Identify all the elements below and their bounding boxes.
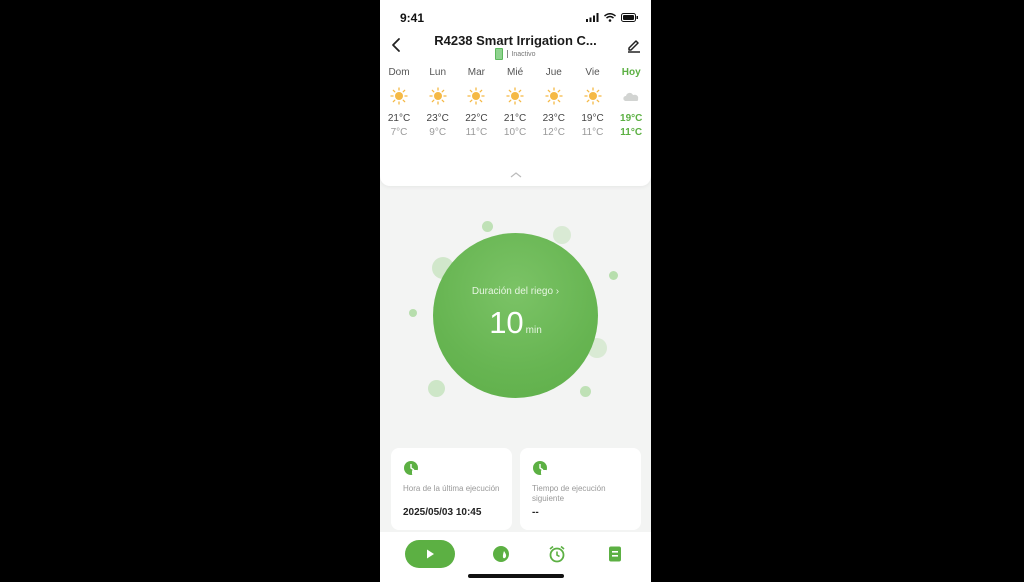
wifi-icon xyxy=(604,13,616,22)
forecast-day: Jue 23°C 12°C xyxy=(535,66,573,140)
alarm-clock-icon[interactable] xyxy=(548,545,566,563)
nav-bar: R4238 Smart Irrigation C... Inactivo xyxy=(380,30,651,60)
signal-icon xyxy=(586,13,599,22)
device-status: Inactivo xyxy=(380,48,651,60)
weather-forecast: Dom 21°C 7°C Lun 23°C 9°C Mar 22°C 11°C Mié 21°C 10… xyxy=(380,66,651,156)
forecast-temp-low: 10°C xyxy=(503,127,527,138)
chevron-up-icon[interactable] xyxy=(509,171,523,179)
forecast-temp-low: 11°C xyxy=(620,127,643,138)
next-run-label: Tiempo de ejecución siguiente xyxy=(532,484,606,503)
forecast-temp-high: 23°C xyxy=(542,113,565,124)
status-bar: 9:41 xyxy=(380,0,651,34)
irrigation-duration-label: Duración del riego › xyxy=(471,286,560,297)
forecast-temp-high: 19°C xyxy=(581,113,604,124)
last-run-value: 2025/05/03 10:45 xyxy=(403,507,482,518)
last-run-card: Hora de la última ejecución 2025/05/03 1… xyxy=(391,448,512,530)
forecast-day: Dom 21°C 7°C xyxy=(380,66,418,140)
next-run-value: -- xyxy=(532,507,539,518)
sun-icon xyxy=(380,80,418,112)
forecast-day-name: Dom xyxy=(388,67,410,78)
clock-schedule-icon xyxy=(533,461,547,475)
forecast-temp-low: 7°C xyxy=(390,127,408,138)
forecast-temp-low: 12°C xyxy=(542,127,565,138)
sun-icon xyxy=(457,80,495,112)
forecast-day-name: Mar xyxy=(467,67,485,78)
edit-pencil-icon[interactable] xyxy=(625,36,643,54)
sun-icon xyxy=(574,80,612,112)
forecast-day-name: Mié xyxy=(507,67,524,78)
forecast-day: Vie 19°C 11°C xyxy=(574,66,612,140)
battery-icon xyxy=(495,48,504,60)
status-time: 9:41 xyxy=(400,11,425,25)
duration-unit: min xyxy=(525,325,542,336)
phone-screen: 9:41 R4238 Smart Irrigation C... Inactiv… xyxy=(380,0,651,582)
weather-header-card: 9:41 R4238 Smart Irrigation C... Inactiv… xyxy=(380,0,651,186)
forecast-day-name: Lun xyxy=(429,67,447,78)
clock-run-icon xyxy=(404,461,418,475)
battery-status-icon xyxy=(621,13,638,22)
play-icon xyxy=(427,549,434,559)
home-indicator[interactable] xyxy=(468,574,564,578)
forecast-day-name: Hoy xyxy=(621,67,641,78)
forecast-temp-high: 23°C xyxy=(426,113,449,124)
forecast-temp-low: 11°C xyxy=(465,127,488,138)
start-irrigation-button[interactable] xyxy=(405,540,455,568)
forecast-day-name: Vie xyxy=(585,67,600,78)
forecast-temp-high: 22°C xyxy=(465,113,488,124)
forecast-day-name: Jue xyxy=(545,67,562,78)
status-text: Inactivo xyxy=(511,50,536,58)
forecast-day: Hoy 19°C 11°C xyxy=(612,66,650,140)
forecast-temp-low: 11°C xyxy=(581,127,604,138)
page-title: R4238 Smart Irrigation C... xyxy=(434,33,597,48)
forecast-temp-high: 21°C xyxy=(503,113,527,124)
irrigation-duration-circle[interactable]: Duración del riego › 10 min xyxy=(433,233,598,398)
irrigation-duration-value: 10 min xyxy=(489,305,542,340)
water-drop-icon[interactable] xyxy=(492,545,510,563)
forecast-temp-high: 19°C xyxy=(620,113,643,124)
forecast-temp-high: 21°C xyxy=(387,113,411,124)
sun-icon xyxy=(419,80,457,112)
document-icon[interactable] xyxy=(606,545,624,563)
sun-icon xyxy=(535,80,573,112)
forecast-day: Mié 21°C 10°C xyxy=(496,66,534,140)
forecast-day: Mar 22°C 11°C xyxy=(457,66,495,140)
forecast-day: Lun 23°C 9°C xyxy=(419,66,457,140)
cloud-icon xyxy=(612,80,650,112)
status-divider xyxy=(507,50,509,58)
status-icons xyxy=(586,13,639,22)
chevron-right-icon: › xyxy=(555,286,560,297)
last-run-label: Hora de la última ejecución xyxy=(403,484,500,493)
sun-icon xyxy=(496,80,534,112)
forecast-temp-low: 9°C xyxy=(429,127,447,138)
next-run-card: Tiempo de ejecución siguiente -- xyxy=(520,448,641,530)
